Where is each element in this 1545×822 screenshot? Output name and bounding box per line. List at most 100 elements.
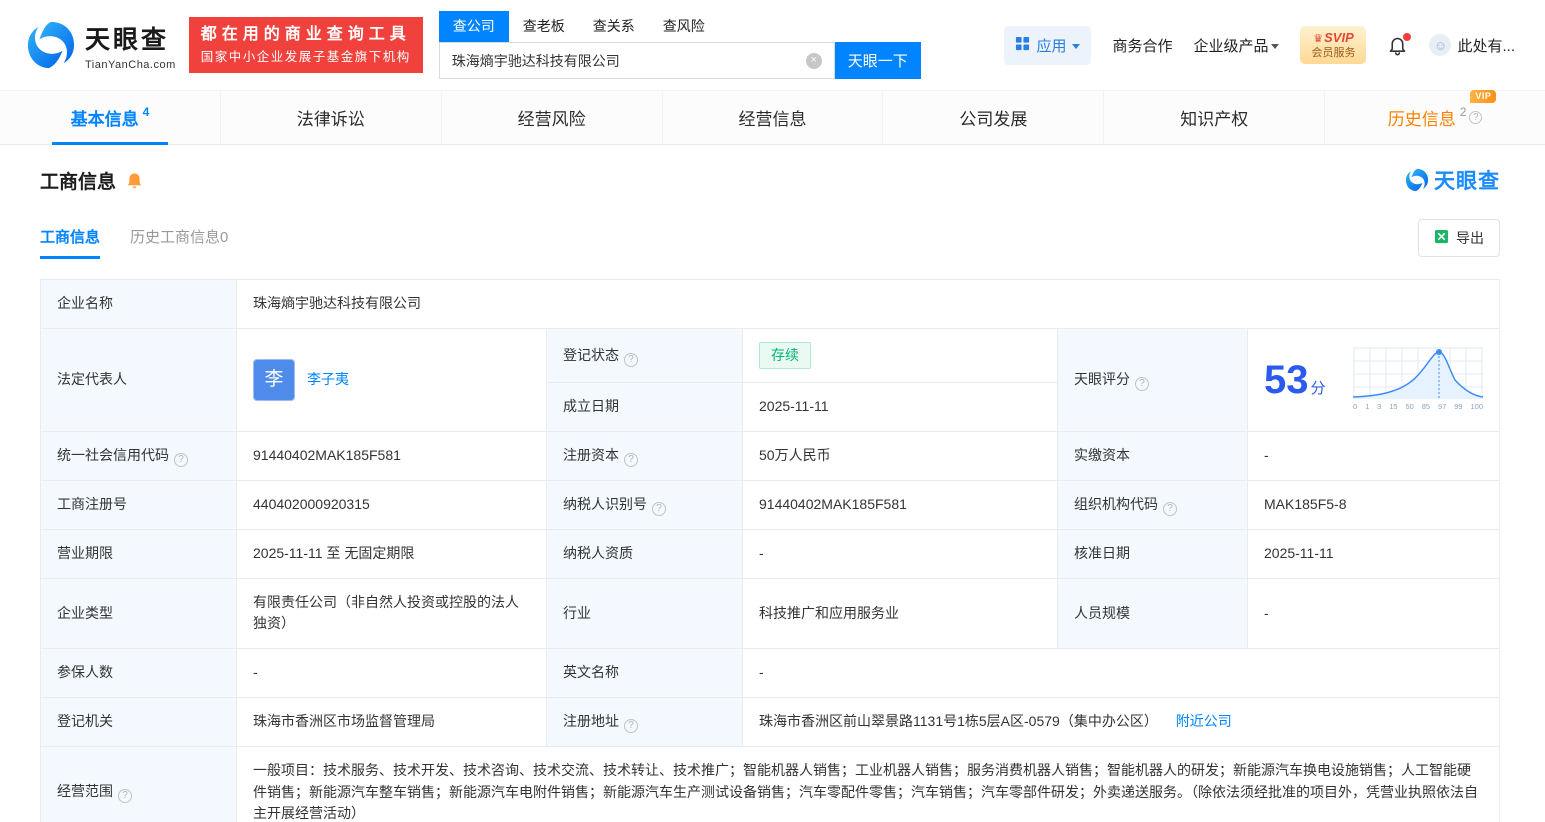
table-row: 参保人数 - 英文名称 -: [40, 648, 1500, 698]
export-button[interactable]: 导出: [1418, 219, 1500, 257]
header-right-menu: 应用 商务合作 企业级产品 SVIP 会员服务 此处有...: [1004, 25, 1515, 65]
help-icon[interactable]: [1163, 502, 1177, 517]
value-credit-code: 91440402MAK185F581: [236, 431, 547, 482]
search-area: 查公司 查老板 查关系 查风险 天眼一下: [438, 11, 921, 79]
logo-domain: TianYanCha.com: [85, 58, 176, 71]
table-row: 工商注册号 440402000920315 纳税人识别号 91440402MAK…: [40, 480, 1500, 531]
tab-label: 知识产权: [1180, 110, 1249, 129]
watermark-text: 天眼查: [1434, 170, 1500, 193]
vip-badge: VIP: [1470, 90, 1497, 103]
label-establish-date: 成立日期: [546, 382, 743, 433]
legal-rep-link[interactable]: 李子夷: [307, 369, 349, 391]
subtab-business-info[interactable]: 工商信息: [40, 226, 101, 259]
value-english-name: -: [742, 648, 1500, 698]
tab-legal-proceedings[interactable]: 法律诉讼: [219, 91, 441, 144]
search-tab-risk[interactable]: 查风险: [649, 11, 719, 42]
tianyancha-logo-icon: [26, 20, 76, 70]
search-tab-relation[interactable]: 查关系: [579, 11, 649, 42]
nearby-companies-link[interactable]: 附近公司: [1176, 713, 1232, 729]
apps-menu-button[interactable]: 应用: [1004, 25, 1092, 65]
table-row: 企业名称 珠海熵宇驰达科技有限公司: [40, 279, 1500, 329]
user-name: 此处有...: [1457, 37, 1515, 55]
tab-label: 历史信息: [1387, 110, 1456, 129]
tab-count: 4: [142, 104, 150, 119]
value-company-name: 珠海熵宇驰达科技有限公司: [236, 279, 1500, 329]
table-row: 企业类型 有限责任公司（非自然人投资或控股的法人独资） 行业 科技推广和应用服务…: [40, 577, 1500, 650]
label-credit-code: 统一社会信用代码: [40, 431, 237, 482]
tab-operating-info[interactable]: 经营信息: [661, 91, 883, 144]
label-approval-date: 核准日期: [1057, 529, 1248, 579]
table-row: 经营范围 一般项目：技术服务、技术开发、技术咨询、技术交流、技术转让、技术推广；…: [40, 745, 1500, 822]
business-cooperation-link[interactable]: 商务合作: [1112, 35, 1172, 56]
promo-line2: 国家中小企业发展子基金旗下机构: [200, 49, 411, 64]
help-icon[interactable]: [118, 789, 132, 804]
notification-dot: [1403, 32, 1412, 41]
label-reg-authority: 登记机关: [40, 696, 237, 747]
notifications-bell-icon[interactable]: [1387, 32, 1412, 56]
clear-search-icon[interactable]: [805, 52, 822, 69]
label-insured-count: 参保人数: [40, 648, 237, 698]
help-icon[interactable]: [1135, 376, 1149, 391]
label-reg-address: 注册地址: [546, 696, 743, 747]
label-taxpayer-id: 纳税人识别号: [546, 480, 743, 531]
label-company-type: 企业类型: [40, 577, 237, 650]
apps-grid-icon: [1015, 36, 1030, 55]
value-reg-number: 440402000920315: [236, 480, 547, 531]
search-tabs: 查公司 查老板 查关系 查风险: [438, 11, 921, 42]
label-legal-rep: 法定代表人: [40, 327, 237, 433]
user-menu[interactable]: 此处有...: [1429, 34, 1515, 56]
value-approval-date: 2025-11-11: [1247, 529, 1500, 579]
help-icon[interactable]: [624, 718, 638, 733]
value-legal-rep: 李 李子夷: [236, 327, 547, 433]
enterprise-products-link[interactable]: 企业级产品: [1193, 35, 1280, 56]
tab-company-development[interactable]: 公司发展: [882, 91, 1103, 144]
value-reg-capital: 50万人民币: [742, 431, 1058, 482]
value-establish-date: 2025-11-11: [742, 382, 1058, 433]
table-row: 营业期限 2025-11-11 至 无固定期限 纳税人资质 - 核准日期 202…: [40, 529, 1500, 579]
chevron-down-icon: [1271, 43, 1280, 53]
chevron-down-icon: [1072, 43, 1081, 53]
search-tab-boss[interactable]: 查老板: [509, 11, 579, 42]
search-bar: 天眼一下: [438, 42, 921, 79]
table-row: 登记机关 珠海市香洲区市场监督管理局 注册地址 珠海市香洲区前山翠景路1131号…: [40, 696, 1500, 747]
subtab-row: 工商信息 历史工商信息0 导出: [40, 219, 1500, 265]
search-tab-company[interactable]: 查公司: [438, 11, 509, 42]
help-icon[interactable]: [174, 453, 188, 468]
tianyancha-watermark-icon: [1405, 168, 1429, 192]
svip-membership-button[interactable]: SVIP 会员服务: [1300, 25, 1367, 65]
value-staff-size: -: [1247, 577, 1500, 650]
help-icon[interactable]: [624, 352, 638, 367]
section-title: 工商信息: [40, 171, 117, 193]
site-header: 天眼查 TianYanCha.com 都在用的商业查询工具 国家中小企业发展子基…: [0, 0, 1545, 90]
export-label: 导出: [1456, 230, 1484, 246]
tab-label: 公司发展: [959, 110, 1028, 129]
value-tianyan-score: 53 分 0 1 3 15 50 85 97 99 100: [1247, 327, 1500, 433]
tianyancha-watermark: 天眼查: [1405, 165, 1500, 195]
help-icon[interactable]: [1469, 111, 1483, 124]
subtab-history-business-info[interactable]: 历史工商信息0: [130, 226, 228, 259]
tab-basic-info[interactable]: 基本信息 4: [0, 91, 220, 144]
label-staff-size: 人员规模: [1057, 577, 1248, 650]
subscribe-bell-icon[interactable]: [125, 171, 144, 190]
search-button[interactable]: 天眼一下: [834, 42, 921, 79]
score-number: 53 分: [1264, 357, 1326, 402]
value-reg-address: 珠海市香洲区前山翠景路1131号1栋5层A区-0579（集中办公区） 附近公司: [742, 696, 1500, 747]
table-row: 统一社会信用代码 91440402MAK185F581 注册资本 50万人民币 …: [40, 431, 1500, 482]
tab-intellectual-property[interactable]: 知识产权: [1103, 91, 1324, 144]
tianyancha-logo[interactable]: 天眼查 TianYanCha.com: [26, 20, 176, 71]
label-reg-capital: 注册资本: [546, 431, 743, 482]
excel-icon: [1434, 229, 1449, 247]
value-industry: 科技推广和应用服务业: [742, 577, 1058, 650]
label-company-name: 企业名称: [40, 279, 237, 329]
value-org-code: MAK185F5-8: [1247, 480, 1500, 531]
search-input[interactable]: [439, 52, 806, 69]
company-section-tabs: 基本信息 4 法律诉讼 经营风险 经营信息 公司发展 知识产权 历史信息 2 V…: [0, 90, 1545, 145]
label-reg-status: 登记状态: [546, 327, 743, 384]
legal-rep-avatar[interactable]: 李: [253, 358, 295, 401]
section-header: 工商信息 天眼查: [40, 165, 1500, 195]
help-icon[interactable]: [652, 502, 666, 517]
tab-operating-risk[interactable]: 经营风险: [440, 91, 662, 144]
help-icon[interactable]: [624, 453, 638, 468]
value-insured-count: -: [236, 648, 547, 698]
tab-history-info[interactable]: 历史信息 2 VIP: [1324, 90, 1545, 144]
